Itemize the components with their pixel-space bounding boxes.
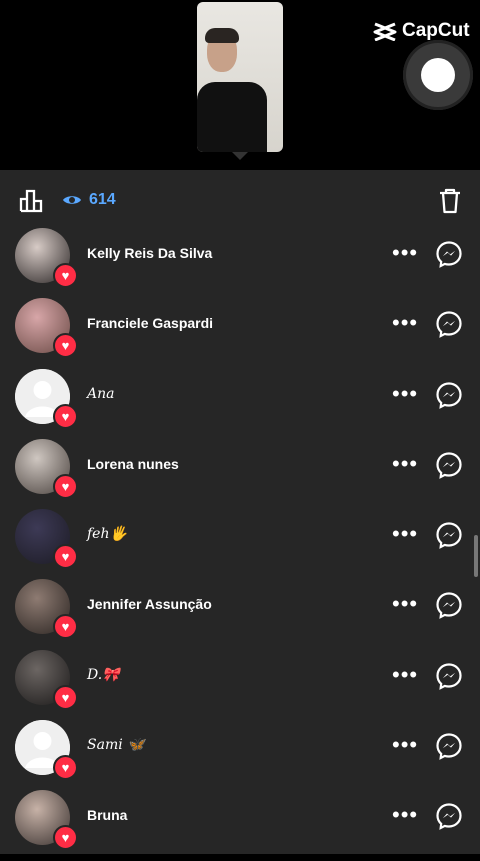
messenger-icon[interactable] [435, 451, 463, 479]
viewer-row[interactable]: ♥ Lorena nunes ••• [0, 438, 480, 509]
viewer-row[interactable]: ♥ Jennifer Assunção ••• [0, 579, 480, 649]
more-options-icon[interactable]: ••• [392, 804, 418, 826]
thumbnail-caret [232, 152, 248, 160]
viewer-name: 𝐴𝑛𝑎 [87, 385, 115, 402]
more-options-icon[interactable]: ••• [392, 242, 418, 264]
heart-badge-icon: ♥ [53, 825, 78, 851]
viewer-name: Lorena nunes [87, 455, 179, 472]
messenger-icon[interactable] [435, 732, 463, 760]
messenger-icon[interactable] [435, 591, 463, 620]
more-options-icon[interactable]: ••• [392, 663, 418, 685]
viewer-row[interactable]: ♥ feh🖐 ••• [0, 509, 480, 579]
heart-badge-icon: ♥ [53, 403, 78, 429]
viewer-name: Bruna [87, 807, 128, 824]
capcut-watermark: CapCut [373, 20, 470, 42]
heart-badge-icon: ♥ [53, 263, 78, 288]
heart-badge-icon: ♥ [53, 333, 78, 359]
more-options-icon[interactable]: ••• [392, 312, 418, 334]
scrollbar[interactable] [474, 535, 478, 577]
viewer-name: D.🎀 [87, 666, 120, 683]
more-options-icon[interactable]: ••• [392, 382, 418, 404]
viewers-header: 614 [0, 170, 480, 230]
heart-badge-icon: ♥ [53, 684, 78, 710]
viewer-row[interactable]: ♥ 𝐴𝑛𝑎 ••• [0, 368, 480, 439]
viewer-name: feh🖐 [87, 526, 127, 543]
story-thumbnail[interactable] [197, 2, 283, 152]
viewer-name: Jennifer Assunção [87, 596, 212, 613]
messenger-icon[interactable] [435, 310, 463, 339]
more-options-icon[interactable]: ••• [392, 523, 418, 545]
messenger-icon[interactable] [435, 662, 463, 690]
viewer-row[interactable]: ♥ Kelly Reis Da Silva ••• [0, 228, 480, 298]
heart-badge-icon: ♥ [53, 755, 78, 781]
thumbnail-person-body [197, 82, 267, 152]
eye-icon [63, 196, 81, 204]
viewer-row[interactable]: ♥ Bruna ••• [0, 790, 480, 860]
viewer-row[interactable]: ♥ Franciele Gaspardi ••• [0, 298, 480, 368]
messenger-icon[interactable] [435, 802, 463, 831]
more-options-icon[interactable]: ••• [392, 452, 418, 474]
more-options-icon[interactable]: ••• [392, 734, 418, 756]
viewer-name: Sami 🦋 [87, 737, 145, 754]
messenger-icon[interactable] [435, 521, 463, 550]
trash-icon[interactable] [437, 187, 463, 215]
viewer-row[interactable]: ♥ Sami 🦋 ••• [0, 720, 480, 790]
story-preview-area: CapCut [0, 0, 480, 170]
record-button[interactable] [403, 40, 473, 110]
viewer-count: 614 [89, 191, 116, 208]
viewer-list: ♥ Kelly Reis Da Silva ••• ♥ Franciele Gaspar… [0, 228, 480, 861]
viewer-name: Kelly Reis Da Silva [87, 245, 213, 261]
viewers-sheet: 614 ♥ Kelly Reis Da Silva ••• ♥ Franciele Ga… [0, 170, 480, 854]
capcut-brand: CapCut [402, 20, 470, 41]
messenger-icon[interactable] [435, 240, 463, 268]
insights-icon[interactable] [18, 187, 44, 213]
thumbnail-person-hair [205, 28, 239, 43]
capcut-logo-icon [373, 22, 397, 41]
heart-badge-icon: ♥ [53, 614, 78, 640]
viewer-name: Franciele Gaspardi [87, 315, 214, 332]
more-options-icon[interactable]: ••• [392, 593, 418, 615]
heart-badge-icon: ♥ [53, 473, 78, 499]
viewer-row[interactable]: ♥ D.🎀 ••• [0, 649, 480, 720]
messenger-icon[interactable] [435, 381, 463, 409]
heart-badge-icon: ♥ [53, 544, 78, 570]
record-button-inner [421, 58, 455, 92]
